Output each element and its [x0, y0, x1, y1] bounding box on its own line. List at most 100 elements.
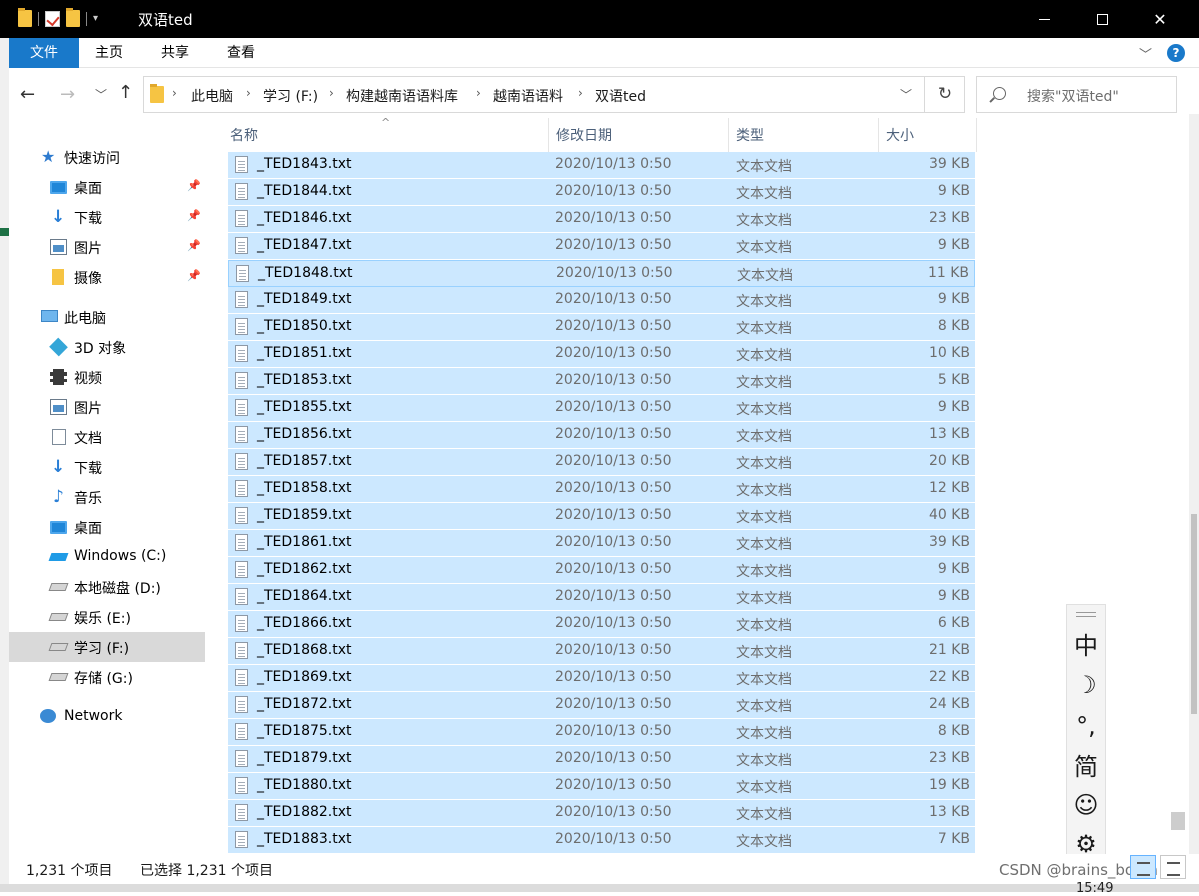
file-row[interactable]: _TED1862.txt 2020/10/13 0:50 文本文档 9 KB: [228, 557, 975, 584]
chevron-right-icon[interactable]: ›: [476, 86, 481, 100]
nav-drive-c[interactable]: Windows (C:): [9, 542, 205, 572]
file-row[interactable]: _TED1855.txt 2020/10/13 0:50 文本文档 9 KB: [228, 395, 975, 422]
file-row[interactable]: _TED1851.txt 2020/10/13 0:50 文本文档 10 KB: [228, 341, 975, 368]
file-row[interactable]: _TED1868.txt 2020/10/13 0:50 文本文档 21 KB: [228, 638, 975, 665]
file-row[interactable]: _TED1853.txt 2020/10/13 0:50 文本文档 5 KB: [228, 368, 975, 395]
column-divider[interactable]: [728, 118, 729, 152]
large-icons-view-button[interactable]: [1160, 855, 1186, 879]
nav-pictures[interactable]: 图片: [9, 392, 205, 422]
nav-this-pc[interactable]: 此电脑: [9, 302, 205, 332]
breadcrumb-this-pc[interactable]: 此电脑: [191, 86, 233, 106]
file-row[interactable]: _TED1849.txt 2020/10/13 0:50 文本文档 9 KB: [228, 287, 975, 314]
nav-videos[interactable]: 视频: [9, 362, 205, 392]
column-header-date[interactable]: 修改日期: [556, 118, 612, 152]
nav-desktop[interactable]: 桌面: [9, 512, 205, 542]
new-folder-icon[interactable]: [66, 8, 80, 27]
file-row[interactable]: _TED1847.txt 2020/10/13 0:50 文本文档 9 KB: [228, 233, 975, 260]
tab-share[interactable]: 共享: [147, 38, 203, 68]
forward-arrow-icon[interactable]: →: [60, 84, 75, 105]
drag-handle-icon[interactable]: [1076, 612, 1096, 617]
column-header-name[interactable]: 名称: [230, 118, 258, 152]
file-row[interactable]: _TED1875.txt 2020/10/13 0:50 文本文档 8 KB: [228, 719, 975, 746]
file-row[interactable]: _TED1880.txt 2020/10/13 0:50 文本文档 19 KB: [228, 773, 975, 800]
search-box[interactable]: 搜索"双语ted": [976, 76, 1177, 113]
file-row[interactable]: _TED1882.txt 2020/10/13 0:50 文本文档 13 KB: [228, 800, 975, 827]
tab-home[interactable]: 主页: [81, 38, 137, 68]
vertical-scrollbar[interactable]: [1189, 114, 1199, 854]
address-history-icon[interactable]: ﹀: [900, 86, 912, 103]
file-row[interactable]: _TED1844.txt 2020/10/13 0:50 文本文档 9 KB: [228, 179, 975, 206]
column-divider[interactable]: [976, 118, 977, 152]
file-row[interactable]: _TED1861.txt 2020/10/13 0:50 文本文档 39 KB: [228, 530, 975, 557]
nav-3d-objects[interactable]: 3D 对象: [9, 332, 205, 362]
nav-quick-access[interactable]: ★ 快速访问: [9, 142, 205, 172]
minimize-button[interactable]: [1015, 0, 1073, 38]
file-row[interactable]: _TED1872.txt 2020/10/13 0:50 文本文档 24 KB: [228, 692, 975, 719]
help-icon[interactable]: ?: [1167, 44, 1185, 62]
file-row[interactable]: _TED1869.txt 2020/10/13 0:50 文本文档 22 KB: [228, 665, 975, 692]
ime-mode-button[interactable]: 中: [1067, 631, 1105, 661]
breadcrumb-current-folder[interactable]: 双语ted: [595, 86, 646, 106]
maximize-button[interactable]: [1073, 0, 1131, 38]
nav-quick-downloads[interactable]: ↓ 下载 📌: [9, 202, 205, 232]
chevron-right-icon[interactable]: ›: [172, 86, 177, 100]
file-row[interactable]: _TED1846.txt 2020/10/13 0:50 文本文档 23 KB: [228, 206, 975, 233]
pin-icon[interactable]: 📌: [187, 209, 201, 222]
recent-locations-icon[interactable]: ﹀: [95, 86, 107, 103]
file-size: 13 KB: [928, 426, 970, 442]
nav-drive-d[interactable]: 本地磁盘 (D:): [9, 572, 205, 602]
customize-toolbar-icon[interactable]: ▾: [93, 13, 98, 24]
tab-view[interactable]: 查看: [213, 38, 269, 68]
file-row[interactable]: _TED1856.txt 2020/10/13 0:50 文本文档 13 KB: [228, 422, 975, 449]
chevron-right-icon[interactable]: ›: [329, 86, 334, 100]
chevron-right-icon[interactable]: ›: [246, 86, 251, 100]
back-arrow-icon[interactable]: ←: [20, 84, 35, 105]
simplified-script-button[interactable]: 简: [1067, 752, 1105, 782]
moon-icon[interactable]: ☽: [1067, 670, 1105, 700]
nav-drive-e[interactable]: 娱乐 (E:): [9, 602, 205, 632]
search-input[interactable]: 搜索"双语ted": [1027, 86, 1119, 106]
nav-quick-desktop[interactable]: 桌面 📌: [9, 172, 205, 202]
file-row[interactable]: _TED1866.txt 2020/10/13 0:50 文本文档 6 KB: [228, 611, 975, 638]
nav-quick-camera[interactable]: 摄像 📌: [9, 262, 205, 292]
column-divider[interactable]: [548, 118, 549, 152]
nav-quick-pictures[interactable]: 图片 📌: [9, 232, 205, 262]
nav-drive-f[interactable]: 学习 (F:): [9, 632, 205, 662]
scroll-indicator[interactable]: [1171, 812, 1185, 830]
nav-documents[interactable]: 文档: [9, 422, 205, 452]
address-bar[interactable]: › 此电脑 › 学习 (F:) › 构建越南语语料库 › 越南语语料 › 双语t…: [143, 76, 965, 113]
file-row[interactable]: _TED1850.txt 2020/10/13 0:50 文本文档 8 KB: [228, 314, 975, 341]
pin-icon[interactable]: 📌: [187, 239, 201, 252]
column-header-size[interactable]: 大小: [886, 118, 914, 152]
breadcrumb-vietnamese-corpus[interactable]: 越南语语料: [493, 86, 563, 106]
nav-network[interactable]: Network: [9, 702, 205, 732]
punctuation-icon[interactable]: °,: [1067, 711, 1105, 741]
details-view-button[interactable]: [1130, 855, 1156, 879]
nav-music[interactable]: ♪ 音乐: [9, 482, 205, 512]
file-row[interactable]: _TED1864.txt 2020/10/13 0:50 文本文档 9 KB: [228, 584, 975, 611]
column-header-type[interactable]: 类型: [736, 118, 764, 152]
tab-file[interactable]: 文件: [9, 38, 79, 68]
file-row[interactable]: _TED1858.txt 2020/10/13 0:50 文本文档 12 KB: [228, 476, 975, 503]
nav-downloads[interactable]: ↓ 下载: [9, 452, 205, 482]
refresh-icon[interactable]: ↻: [924, 77, 965, 112]
column-divider[interactable]: [878, 118, 879, 152]
expand-ribbon-icon[interactable]: ﹀: [1139, 44, 1152, 63]
file-row[interactable]: _TED1859.txt 2020/10/13 0:50 文本文档 40 KB: [228, 503, 975, 530]
breadcrumb-drive[interactable]: 学习 (F:): [263, 86, 318, 106]
up-arrow-icon[interactable]: ↑: [118, 82, 133, 103]
file-row[interactable]: _TED1843.txt 2020/10/13 0:50 文本文档 39 KB: [228, 152, 975, 179]
file-row[interactable]: _TED1883.txt 2020/10/13 0:50 文本文档 7 KB: [228, 827, 975, 854]
scrollbar-thumb[interactable]: [1191, 514, 1197, 714]
file-row[interactable]: _TED1879.txt 2020/10/13 0:50 文本文档 23 KB: [228, 746, 975, 773]
close-button[interactable]: ✕: [1131, 0, 1189, 38]
pin-icon[interactable]: 📌: [187, 179, 201, 192]
pin-icon[interactable]: 📌: [187, 269, 201, 282]
emoji-icon[interactable]: ☺: [1067, 790, 1105, 820]
file-row[interactable]: _TED1857.txt 2020/10/13 0:50 文本文档 20 KB: [228, 449, 975, 476]
breadcrumb-corpus-project[interactable]: 构建越南语语料库: [346, 86, 458, 106]
file-row[interactable]: _TED1848.txt 2020/10/13 0:50 文本文档 11 KB: [228, 260, 975, 287]
nav-drive-g[interactable]: 存储 (G:): [9, 662, 205, 692]
properties-icon[interactable]: [45, 10, 60, 27]
chevron-right-icon[interactable]: ›: [578, 86, 583, 100]
